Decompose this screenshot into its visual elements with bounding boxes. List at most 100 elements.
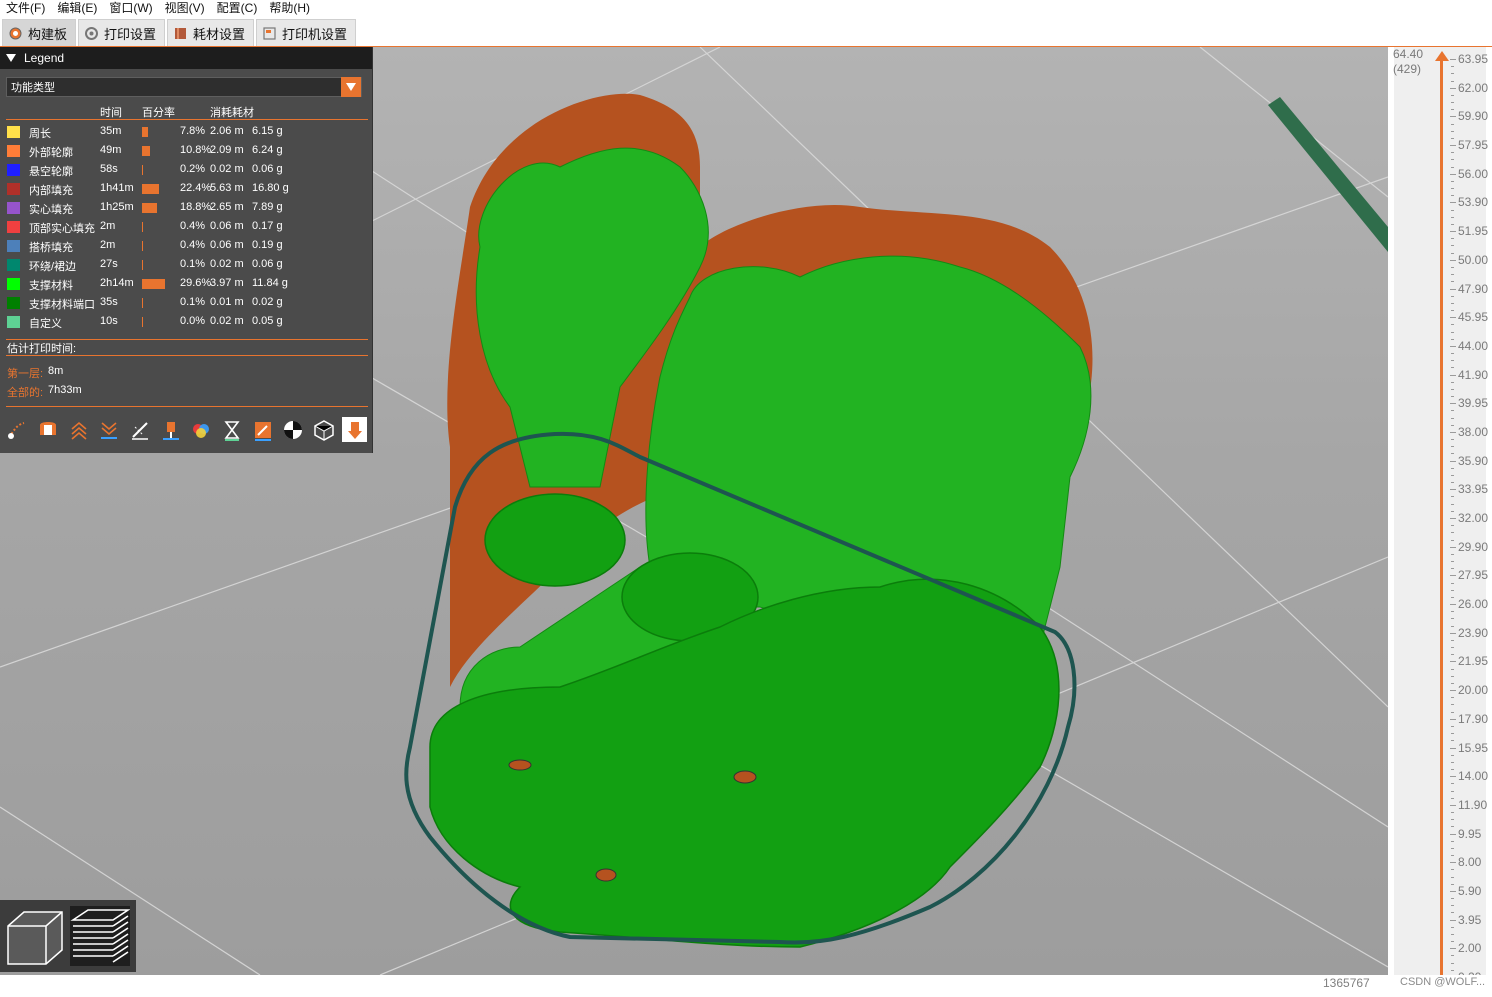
horizontal-moves-readout: 1365767	[1323, 976, 1370, 990]
slider-minor-tick	[1451, 482, 1454, 484]
slider-minor-tick	[1451, 912, 1454, 914]
view-type-select[interactable]: 功能类型	[6, 77, 362, 97]
travel-icon[interactable]	[5, 417, 30, 442]
tab-filament-settings[interactable]: 耗材设置	[167, 19, 255, 46]
slider-tick-label: 53.90	[1458, 195, 1489, 210]
menu-edit[interactable]: 编辑(E)	[51, 0, 103, 17]
slider-minor-tick	[1451, 159, 1454, 161]
shells-icon[interactable]	[312, 417, 337, 442]
slider-minor-tick	[1451, 647, 1454, 649]
legend-row-percent: 7.8%	[180, 125, 206, 137]
legend-row[interactable]: 支撑材料 2h14m 29.6% 3.97 m 11.84 g	[0, 275, 372, 294]
legend-row-time: 2m	[100, 220, 116, 232]
legend-row[interactable]: 内部填充 1h41m 22.4% 5.63 m 16.80 g	[0, 180, 372, 199]
legend-row[interactable]: 悬空轮廓 58s 0.2% 0.02 m 0.06 g	[0, 161, 372, 180]
tab-build-plate[interactable]: 构建板	[2, 19, 77, 46]
slider-minor-tick	[1451, 109, 1454, 111]
slider-minor-tick	[1451, 604, 1454, 606]
slider-minor-tick	[1451, 180, 1454, 182]
layer-slider[interactable]: 64.40 (429) 63.95 62.00 59.90 57.95 56.00 53.…	[1388, 47, 1492, 992]
menu-help[interactable]: 帮助(H)	[263, 0, 316, 17]
slider-minor-tick	[1451, 596, 1454, 598]
menu-file[interactable]: 文件(F)	[0, 0, 51, 17]
slider-minor-tick	[1451, 862, 1454, 864]
legend-row-time: 2h14m	[100, 277, 134, 289]
legend-row-weight: 6.24 g	[252, 144, 283, 156]
slider-minor-tick	[1451, 790, 1454, 792]
slider-tick-label: 8.00	[1458, 855, 1482, 870]
tool-change-icon[interactable]	[158, 417, 183, 442]
status-bar	[0, 975, 1492, 997]
chevron-down-icon[interactable]	[341, 77, 361, 97]
slider-tick-label: 59.90	[1458, 109, 1489, 124]
slider-track[interactable]	[1440, 57, 1443, 992]
slider-minor-tick	[1451, 446, 1454, 448]
legend-row[interactable]: 实心填充 1h25m 18.8% 2.65 m 7.89 g	[0, 199, 372, 218]
slider-minor-tick	[1451, 496, 1454, 498]
slider-tick-label: 51.95	[1458, 224, 1489, 239]
slider-minor-tick	[1451, 518, 1454, 519]
legend-row-percent: 0.2%	[180, 163, 206, 175]
menu-config[interactable]: 配置(C)	[211, 0, 264, 17]
pause-icon[interactable]	[220, 417, 245, 442]
tool-marker-icon[interactable]	[342, 417, 368, 442]
slider-minor-tick	[1451, 102, 1454, 104]
legend-row[interactable]: 支撑材料端口 35s 0.1% 0.01 m 0.02 g	[0, 294, 372, 313]
slider-minor-tick	[1451, 116, 1454, 118]
legend-row[interactable]: 外部轮廓 49m 10.8% 2.09 m 6.24 g	[0, 142, 372, 161]
slider-minor-tick	[1451, 223, 1454, 225]
slider-minor-tick	[1451, 338, 1454, 340]
slider-minor-tick	[1451, 525, 1454, 527]
color-change-icon[interactable]	[189, 417, 214, 442]
legend-row[interactable]: 周长 35m 7.8% 2.06 m 6.15 g	[0, 123, 372, 142]
slider-minor-tick	[1451, 245, 1454, 247]
deretraction-icon[interactable]	[66, 417, 91, 442]
slider-minor-tick	[1451, 769, 1454, 771]
menu-bar: 文件(F) 编辑(E) 窗口(W) 视图(V) 配置(C) 帮助(H)	[0, 0, 1492, 17]
legend-row[interactable]: 自定义 10s 0.0% 0.02 m 0.05 g	[0, 313, 372, 332]
legend-color-swatch	[7, 126, 20, 138]
slider-tick-label: 33.95	[1458, 482, 1489, 497]
legend-row-time: 27s	[100, 258, 118, 270]
seams-icon[interactable]	[128, 417, 153, 442]
top-layer-index: (429)	[1393, 62, 1422, 76]
slider-minor-tick	[1451, 453, 1454, 455]
slider-minor-tick	[1451, 761, 1454, 763]
preview-view-button[interactable]	[70, 906, 131, 966]
tab-print-settings[interactable]: 打印设置	[78, 19, 166, 46]
legend-row-weight: 0.06 g	[252, 163, 283, 175]
legend-row[interactable]: 顶部实心填充 2m 0.4% 0.06 m 0.17 g	[0, 218, 372, 237]
upper-thumb-icon[interactable]	[1435, 51, 1449, 61]
slider-minor-tick	[1451, 618, 1454, 620]
slider-minor-tick	[1451, 123, 1454, 125]
retraction-icon[interactable]	[36, 417, 61, 442]
slider-tick-label: 39.95	[1458, 396, 1489, 411]
3d-view-button[interactable]	[4, 906, 64, 966]
slider-minor-tick	[1451, 962, 1454, 964]
legend-row[interactable]: 环绕/裙边 27s 0.1% 0.02 m 0.06 g	[0, 256, 372, 275]
center-of-gravity-icon[interactable]	[281, 417, 306, 442]
menu-view[interactable]: 视图(V)	[159, 0, 211, 17]
slider-tick-label: 32.00	[1458, 511, 1489, 525]
legend-divider	[6, 406, 368, 407]
legend-row-weight: 11.84 g	[252, 277, 288, 289]
tab-label: 打印机设置	[282, 26, 348, 42]
legend-row-percent: 18.8%	[180, 201, 212, 213]
legend-row-length: 0.02 m	[210, 258, 244, 270]
tab-printer-settings[interactable]: 打印机设置	[256, 19, 357, 46]
legend-row-percent: 10.8%	[180, 144, 212, 156]
legend-row-time: 49m	[100, 144, 122, 156]
legend-header[interactable]: Legend	[0, 47, 372, 69]
slider-tick-label: 26.00	[1458, 597, 1489, 612]
legend-row-percent: 22.4%	[180, 182, 212, 194]
menu-window[interactable]: 窗口(W)	[103, 0, 158, 17]
wipe-icon[interactable]	[97, 417, 122, 442]
legend-row-length: 0.02 m	[210, 163, 244, 175]
slider-top-readout: 64.40 (429)	[1393, 47, 1423, 77]
legend-row[interactable]: 搭桥填充 2m 0.4% 0.06 m 0.19 g	[0, 237, 372, 256]
tab-label: 构建板	[28, 26, 68, 42]
legend-row-length: 3.97 m	[210, 277, 244, 289]
slider-tick-label: 57.95	[1458, 138, 1489, 153]
slider-minor-tick	[1451, 252, 1454, 254]
custom-gcode-icon[interactable]	[250, 417, 275, 442]
